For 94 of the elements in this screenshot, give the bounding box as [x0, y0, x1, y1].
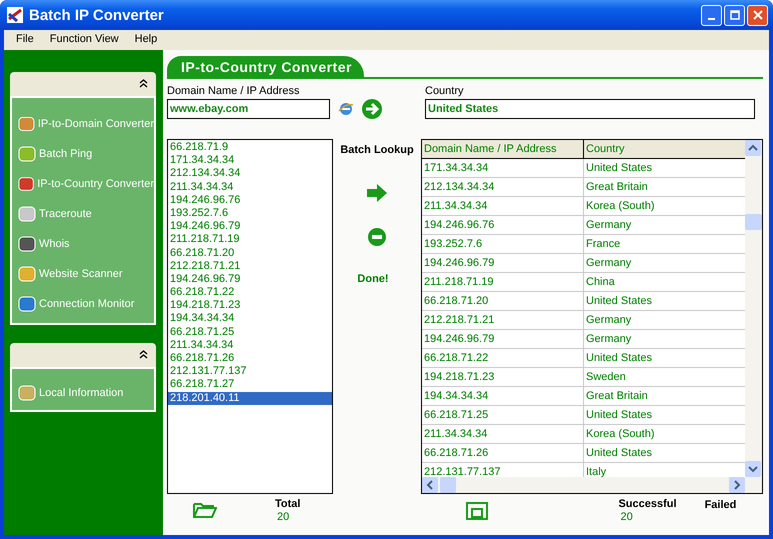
list-item[interactable]: 193.252.7.6 [168, 206, 332, 220]
table-cell-text: Italy [585, 465, 606, 477]
total-count: 20 [276, 511, 290, 523]
table-cell-text: United States [585, 161, 652, 176]
table-cell: 194.246.96.79 [422, 254, 584, 272]
column-header[interactable]: Country [584, 140, 625, 158]
list-item[interactable]: 66.218.71.27 [168, 378, 332, 392]
scroll-left-icon[interactable] [422, 477, 438, 493]
arrow-icon[interactable] [367, 184, 387, 202]
scroll-up-icon[interactable] [745, 140, 761, 156]
table-cell-text: Germany [585, 313, 632, 328]
menu-item[interactable]: Help [126, 33, 166, 45]
successful-count: 20 [619, 511, 634, 523]
table-cell-text: Korea (South) [585, 199, 654, 214]
field-label: Country [425, 85, 465, 97]
table-cell: 211.218.71.19 [422, 273, 584, 291]
table-cell: 211.34.34.34 [422, 425, 584, 443]
table-cell: 66.218.71.22 [422, 349, 584, 367]
close-icon [752, 10, 762, 20]
table-cell: 66.218.71.26 [422, 444, 584, 462]
horizontal-scrollbar[interactable] [422, 477, 762, 493]
domain-input-field[interactable]: www.ebay.com [167, 99, 330, 119]
minimize-icon [708, 18, 715, 20]
table-cell: 212.218.71.21 [422, 311, 584, 329]
table-cell-text: Germany [585, 256, 632, 271]
list-item[interactable]: 211.218.71.19 [168, 233, 332, 246]
browser-icon[interactable] [338, 101, 354, 117]
list-item[interactable]: 66.218.71.9 [168, 141, 332, 154]
collapse-icon[interactable] [139, 79, 148, 89]
list-item[interactable]: 194.246.96.76 [168, 194, 332, 207]
collapse-icon[interactable] [139, 350, 148, 360]
vertical-scrollbar[interactable] [745, 140, 762, 477]
maximize-button[interactable] [724, 4, 745, 26]
list-item[interactable]: 212.218.71.21 [168, 260, 332, 273]
scroll-thumb[interactable] [440, 477, 456, 493]
table-cell: 194.246.96.79 [422, 330, 584, 348]
table-cell-text: United States [585, 408, 652, 423]
table-cell: 66.218.71.20 [422, 292, 584, 310]
table-cell: 66.218.71.25 [422, 406, 584, 424]
maximize-icon [730, 10, 740, 20]
window-title: Batch IP Converter [29, 6, 165, 24]
menu-item[interactable]: Function View [42, 33, 127, 45]
table-cell-text: United States [585, 446, 652, 461]
table-cell: 194.34.34.34 [422, 387, 584, 405]
failed-label: Failed [704, 499, 736, 511]
list-item[interactable]: 194.34.34.34 [168, 312, 332, 326]
table-cell-text: China [585, 275, 615, 290]
scroll-right-icon[interactable] [729, 477, 745, 493]
app-icon [7, 7, 23, 23]
list-item[interactable]: 211.34.34.34 [168, 338, 332, 352]
field-label: Domain Name / IP Address [167, 85, 300, 97]
list-item[interactable]: 66.218.71.26 [168, 352, 332, 366]
menu-item[interactable]: File [8, 33, 42, 45]
list-item[interactable]: 212.134.34.34 [168, 167, 332, 181]
table-cell: 194.218.71.23 [422, 368, 584, 386]
list-item[interactable]: 171.34.34.34 [168, 154, 332, 168]
table-cell: 194.246.96.76 [422, 216, 584, 234]
close-button[interactable] [747, 4, 768, 26]
save-icon[interactable] [466, 502, 488, 520]
table-cell-text: United States [585, 351, 652, 366]
table-cell-text: Sweden [585, 370, 626, 385]
open-folder-icon[interactable] [193, 502, 217, 518]
list-item[interactable]: 194.246.96.79 [168, 220, 332, 234]
list-item[interactable]: 66.218.71.25 [168, 326, 332, 339]
column-header[interactable]: Domain Name / IP Address [422, 140, 584, 158]
list-item[interactable]: 66.218.71.22 [168, 286, 332, 300]
list-item[interactable]: 218.201.40.11 [168, 392, 332, 405]
scroll-thumb[interactable] [745, 214, 762, 230]
successful-label: Successful [618, 498, 677, 510]
total-label: Total [275, 498, 300, 510]
list-item[interactable]: 211.34.34.34 [168, 180, 332, 194]
go-icon[interactable] [362, 99, 382, 119]
table-cell-text: Korea (South) [585, 427, 654, 442]
list-item[interactable]: 194.218.71.23 [168, 299, 332, 312]
table-cell-text: France [585, 237, 620, 252]
list-item[interactable]: 212.131.77.137 [168, 365, 332, 378]
status-text: Done! [357, 273, 389, 285]
table-cell-text: United States [585, 294, 652, 309]
list-item[interactable]: 194.246.96.79 [168, 272, 332, 286]
table-cell: 212.134.34.34 [422, 178, 584, 196]
table-cell-text: Germany [585, 218, 632, 233]
table-cell-text: Great Britain [585, 180, 648, 195]
minimize-button[interactable] [701, 4, 722, 26]
section-banner: IP-to-Country Converter [167, 56, 364, 77]
stop-icon[interactable] [368, 228, 386, 246]
table-cell: 193.252.7.6 [422, 235, 584, 253]
table-cell-text: Germany [585, 332, 632, 347]
table-cell-text: Great Britain [585, 389, 648, 404]
table-cell: 211.34.34.34 [422, 197, 584, 215]
batch-lookup-label: Batch Lookup [340, 144, 414, 156]
list-item[interactable]: 66.218.71.20 [168, 246, 332, 260]
country-field[interactable]: United States [425, 99, 755, 119]
table-cell: 171.34.34.34 [422, 159, 584, 177]
scroll-down-icon[interactable] [745, 461, 761, 477]
